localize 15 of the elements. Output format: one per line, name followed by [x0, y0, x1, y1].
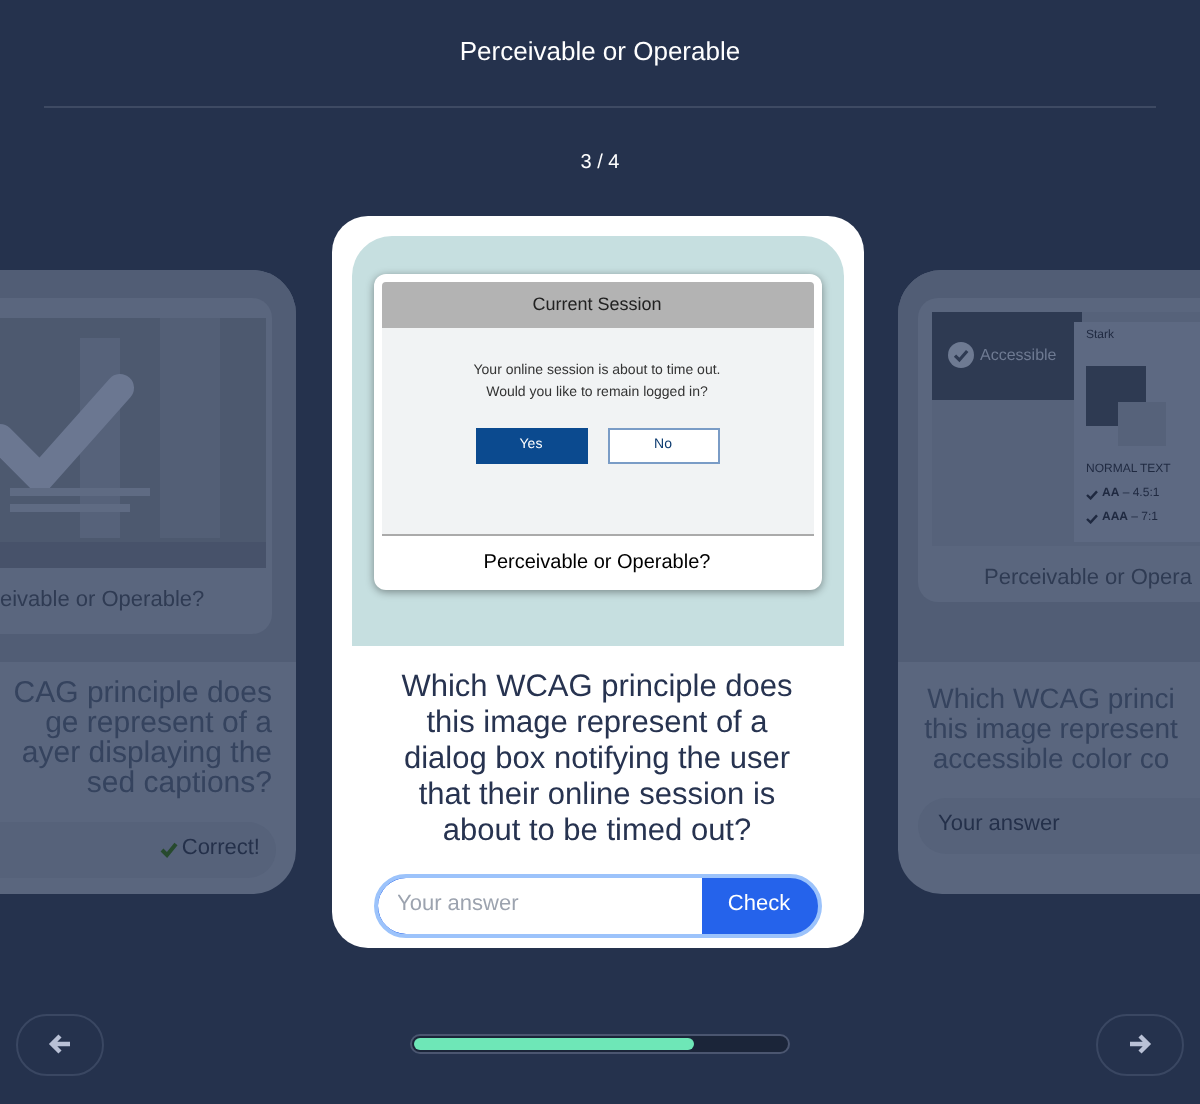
accessible-badge: Accessible	[932, 311, 1082, 399]
arrow-left-icon	[48, 1032, 72, 1056]
arrow-right-icon	[1128, 1032, 1152, 1056]
color-swatch-icon	[1086, 365, 1166, 445]
check-icon	[1086, 489, 1098, 499]
check-icon	[1086, 513, 1098, 523]
image-caption: Perceivable or Operable?	[481, 549, 713, 577]
page-title: Perceivable or Operable	[459, 34, 741, 70]
question-text: Which WCAG principle does this image represent of a dialog box notifying the user that their online session is about to be timed out?	[399, 669, 795, 849]
dialog-title: Current Session	[381, 281, 813, 328]
back-button[interactable]	[16, 1013, 104, 1075]
check-icon	[159, 841, 178, 857]
check-icon	[948, 342, 974, 368]
question-counter: 3 / 4	[580, 149, 620, 177]
next-button[interactable]	[1096, 1013, 1184, 1075]
